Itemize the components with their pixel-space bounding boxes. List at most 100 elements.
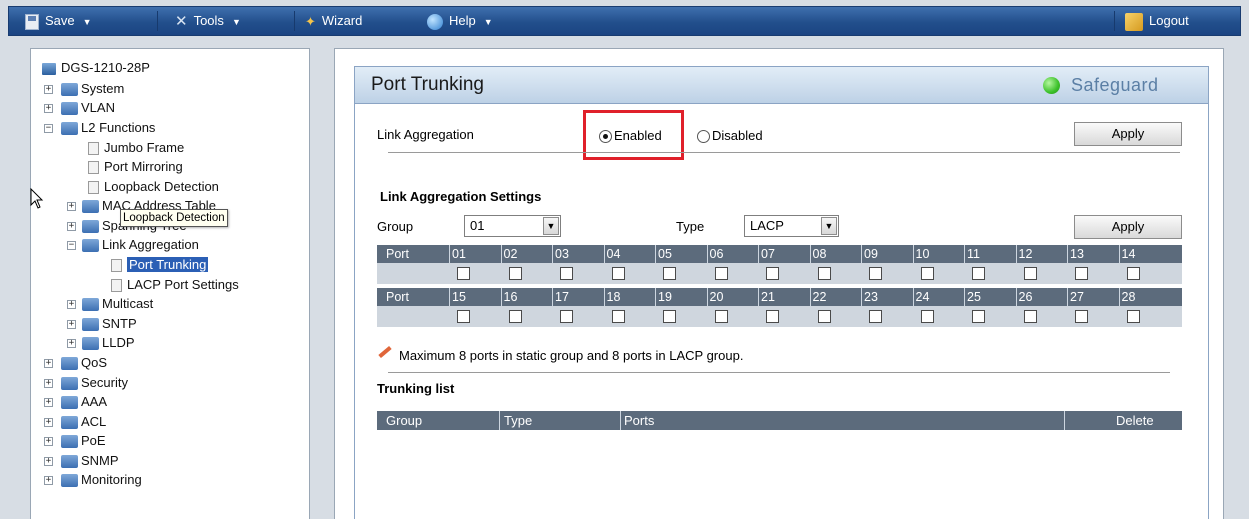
tree-item-aaa[interactable]: AAA	[61, 392, 107, 411]
folder-icon	[61, 435, 78, 449]
safeguard-status-icon	[1043, 77, 1060, 94]
port-checkbox[interactable]	[611, 310, 625, 323]
logout-icon	[1125, 12, 1143, 31]
column-divider	[1118, 288, 1120, 306]
port-checkbox[interactable]	[508, 267, 522, 280]
port-checkbox[interactable]	[920, 310, 934, 323]
expand-icon[interactable]: +	[67, 320, 76, 329]
disabled-label: Disabled	[712, 128, 763, 143]
tree-item-label: PoE	[81, 433, 106, 448]
tree-item-poe[interactable]: PoE	[61, 431, 106, 450]
wizard-menu[interactable]: ✦ Wizard	[305, 7, 362, 35]
page-icon	[111, 259, 122, 273]
port-checkbox[interactable]	[1126, 267, 1140, 280]
tree-item-qos[interactable]: QoS	[61, 353, 107, 372]
tree-item-lacp-port-settings[interactable]: LACP Port Settings	[111, 275, 239, 294]
tree-item-l2-functions[interactable]: L2 Functions	[61, 118, 155, 137]
tree-item-label: Security	[81, 375, 128, 390]
column-divider	[706, 245, 708, 263]
port-checkbox[interactable]	[869, 310, 882, 323]
expand-icon[interactable]: +	[44, 437, 53, 446]
group-select[interactable]: 01 ▼	[464, 215, 561, 237]
port-checkbox[interactable]	[817, 267, 831, 280]
logout-button[interactable]: Logout	[1125, 7, 1189, 35]
port-checkbox[interactable]	[1023, 267, 1037, 280]
tree-item-security[interactable]: Security	[61, 373, 128, 392]
collapse-icon[interactable]: −	[44, 124, 53, 133]
trunking-list-header: Group Type Ports Delete	[377, 411, 1182, 430]
port-checkbox[interactable]	[869, 267, 882, 280]
port-checkbox[interactable]	[560, 267, 573, 280]
port-checkbox[interactable]	[817, 310, 831, 323]
type-select-value: LACP	[750, 218, 784, 233]
port-checkbox[interactable]	[1075, 310, 1088, 323]
expand-icon[interactable]: +	[44, 85, 53, 94]
tree-item-link-aggregation[interactable]: Link Aggregation	[82, 235, 199, 254]
tree-item-sntp[interactable]: SNTP	[82, 314, 137, 333]
expand-icon[interactable]: +	[44, 104, 53, 113]
divider	[388, 152, 1180, 153]
expand-icon[interactable]: +	[67, 202, 76, 211]
port-checkbox[interactable]	[714, 310, 728, 323]
tree-item-jumbo-frame[interactable]: Jumbo Frame	[88, 138, 184, 157]
tree-item-system[interactable]: System	[61, 79, 124, 98]
port-checkbox[interactable]	[766, 267, 779, 280]
expand-icon[interactable]: +	[44, 398, 53, 407]
port-checkbox[interactable]	[663, 310, 676, 323]
chevron-down-icon: ▼	[821, 217, 837, 235]
port-number: 13	[1070, 247, 1084, 261]
tree-item-lldp[interactable]: LLDP	[82, 333, 135, 352]
help-icon	[427, 13, 443, 30]
column-divider	[655, 245, 656, 263]
port-checkbox[interactable]	[508, 310, 522, 323]
tree-item-monitoring[interactable]: Monitoring	[61, 470, 142, 489]
tree-item-loopback-detection[interactable]: Loopback Detection	[88, 177, 219, 196]
port-checkbox[interactable]	[920, 267, 934, 280]
port-number: 09	[864, 247, 878, 261]
page-icon	[111, 279, 122, 293]
port-checkbox[interactable]	[972, 267, 985, 280]
expand-icon[interactable]: +	[44, 476, 53, 485]
tree-item-vlan[interactable]: VLAN	[61, 98, 115, 117]
tools-menu[interactable]: ✕ Tools ▼	[175, 7, 241, 35]
help-menu[interactable]: Help ▼	[427, 7, 493, 35]
port-checkbox[interactable]	[1075, 267, 1088, 280]
tree-item-port-mirroring[interactable]: Port Mirroring	[88, 157, 183, 176]
apply-settings-button[interactable]: Apply	[1074, 215, 1182, 239]
expand-icon[interactable]: +	[44, 359, 53, 368]
save-menu[interactable]: Save ▼	[25, 7, 92, 35]
port-checkbox[interactable]	[611, 267, 625, 280]
port-checkbox[interactable]	[972, 310, 985, 323]
tree-item-acl[interactable]: ACL	[61, 412, 106, 431]
expand-icon[interactable]: +	[67, 300, 76, 309]
disabled-radio[interactable]: Disabled	[697, 128, 763, 144]
tree-item-port-trunking[interactable]: Port Trunking	[111, 255, 209, 274]
expand-icon[interactable]: +	[67, 339, 76, 348]
column-divider	[861, 245, 862, 263]
port-number: 21	[761, 290, 775, 304]
port-checkbox[interactable]	[663, 267, 676, 280]
port-number: 14	[1121, 247, 1136, 261]
tree-item-multicast[interactable]: Multicast	[82, 294, 153, 313]
collapse-icon[interactable]: −	[67, 241, 76, 250]
expand-icon[interactable]: +	[44, 379, 53, 388]
column-header-ports: Ports	[624, 413, 655, 428]
port-checkbox[interactable]	[560, 310, 573, 323]
tree-item-snmp[interactable]: SNMP	[61, 451, 119, 470]
port-checkbox[interactable]	[1126, 310, 1140, 323]
apply-button[interactable]: Apply	[1074, 122, 1182, 146]
save-icon	[25, 13, 39, 30]
expand-icon[interactable]: +	[44, 457, 53, 466]
expand-icon[interactable]: +	[44, 418, 53, 427]
type-select[interactable]: LACP ▼	[744, 215, 839, 237]
port-checkbox[interactable]	[714, 267, 728, 280]
port-checkbox[interactable]	[766, 310, 779, 323]
port-checkbox[interactable]	[457, 267, 470, 280]
tree-item-label: LACP Port Settings	[127, 277, 239, 292]
tree-item-root[interactable]: DGS-1210-28P	[42, 58, 150, 77]
port-checkbox[interactable]	[1023, 310, 1037, 323]
port-checkbox[interactable]	[457, 310, 470, 323]
column-divider	[964, 245, 965, 263]
expand-icon[interactable]: +	[67, 222, 76, 231]
chevron-down-icon: ▼	[483, 17, 493, 27]
